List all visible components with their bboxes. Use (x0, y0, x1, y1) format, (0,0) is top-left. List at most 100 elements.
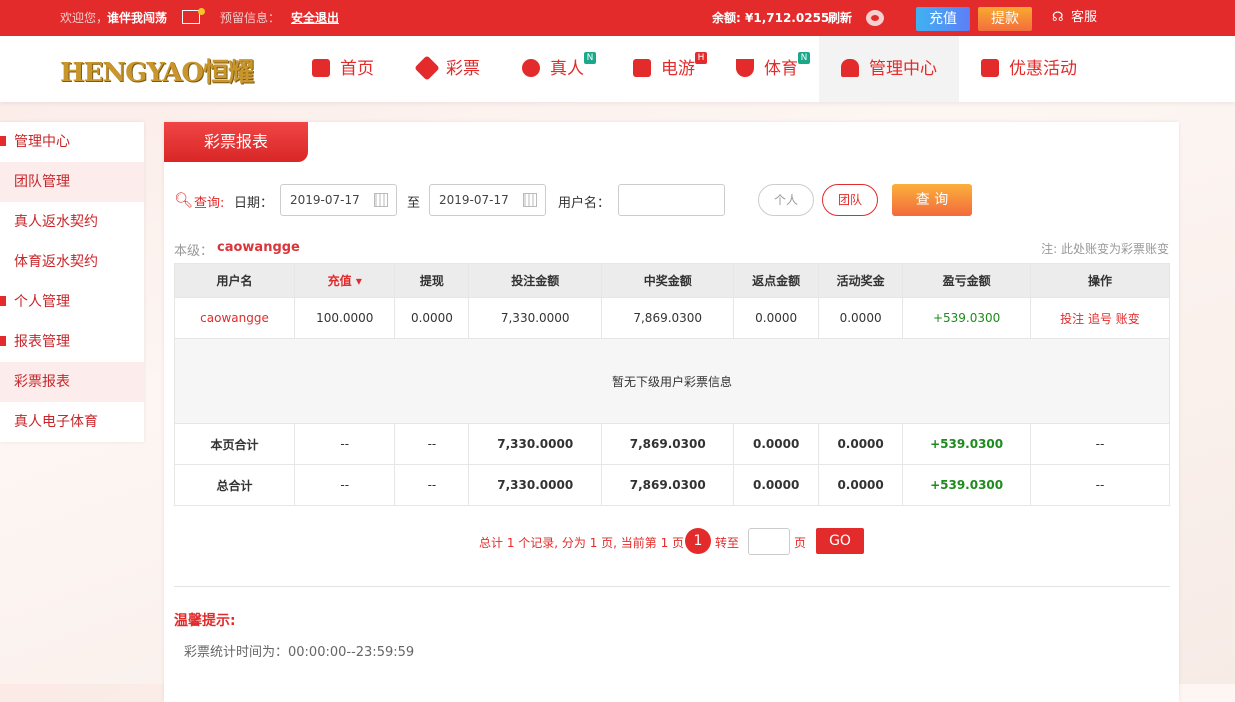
ticket-icon (414, 55, 440, 81)
cell: 0.0000 (817, 297, 904, 339)
user-icon (0, 296, 6, 306)
table-header: 用户名 充值 ▾ 提现 投注金额 中奖金额 返点金额 活动奖金 盈亏金额 操作 (173, 263, 1171, 298)
nav-live[interactable]: 真人 N (522, 36, 596, 102)
report-icon (0, 336, 6, 346)
user-icon (0, 136, 6, 146)
go-button[interactable]: GO (816, 528, 864, 554)
nav-label: 彩票 (446, 59, 480, 79)
level-username: caowangge (217, 240, 300, 255)
cell: -- (1029, 464, 1171, 506)
sidebar-item-live-rebate[interactable]: 真人返水契约 (0, 202, 144, 242)
cell: 100.0000 (294, 297, 396, 339)
sort-down-icon: ▾ (355, 274, 362, 288)
sidebar-item-team[interactable]: 团队管理 (0, 162, 144, 202)
tips-text: 彩票统计时间为：00:00:00--23:59:59 (184, 645, 415, 660)
cell-profit: +539.0300 (902, 297, 1031, 339)
col-username: 用户名 (173, 263, 296, 298)
page-label: 页 (794, 536, 807, 550)
users-icon (841, 59, 859, 77)
col-win: 中奖金额 (600, 263, 735, 298)
empty-message: 暂无下级用户彩票信息 (174, 338, 1170, 424)
nav-home[interactable]: 首页 (312, 36, 374, 102)
page-1-button[interactable]: 1 (685, 528, 711, 554)
refresh-link[interactable]: 刷新 (828, 0, 852, 36)
customer-service-link[interactable]: 客服 (1071, 0, 1097, 36)
cell: 7,869.0300 (600, 297, 735, 339)
dealer-icon (522, 59, 540, 77)
sidebar-item-sports-rebate[interactable]: 体育返水契约 (0, 242, 144, 282)
mail-dot (198, 8, 205, 15)
sidebar-item-live-electronic-sports[interactable]: 真人电子体育 (0, 402, 144, 442)
date-to-input[interactable]: 2019-07-17 (429, 184, 546, 216)
sidebar: 管理中心 团队管理 真人返水契约 体育返水契约 个人管理 报表管理 彩票报表 真… (0, 122, 144, 442)
logout-link[interactable]: 安全退出 (291, 0, 339, 36)
search-button[interactable]: 查 询 (892, 184, 972, 216)
nav-label: 优惠活动 (1009, 59, 1077, 79)
search-icon: 🔍︎ (174, 191, 194, 209)
page-input[interactable] (748, 528, 790, 555)
trophy-icon (736, 59, 754, 77)
nav-promotions[interactable]: 优惠活动 (981, 36, 1077, 102)
sidebar-label: 个人管理 (14, 294, 70, 310)
col-profit: 盈亏金额 (902, 263, 1031, 298)
balance-value: ¥1,712.0255 (745, 11, 830, 25)
nav-label: 体育 (764, 59, 798, 79)
personal-button[interactable]: 个人 (758, 184, 814, 216)
divider (174, 586, 1170, 587)
cell: +539.0300 (902, 464, 1031, 506)
gift-icon (981, 59, 999, 77)
bet-link[interactable]: 投注 (1060, 312, 1084, 326)
nav-sports[interactable]: 体育 N (736, 36, 810, 102)
eye-icon[interactable] (866, 10, 884, 26)
cell: 7,869.0300 (600, 423, 735, 465)
nav-management[interactable]: 管理中心 (819, 36, 959, 102)
new-badge: N (584, 52, 596, 64)
sidebar-item-lottery-report[interactable]: 彩票报表 (0, 362, 144, 402)
chase-link[interactable]: 追号 (1088, 312, 1112, 326)
nav-label: 首页 (340, 59, 374, 79)
query-label: 查询: (194, 196, 225, 211)
nav-lottery[interactable]: 彩票 (414, 36, 480, 102)
report-table: 用户名 充值 ▾ 提现 投注金额 中奖金额 返点金额 活动奖金 盈亏金额 操作 … (173, 263, 1171, 506)
nav-slots[interactable]: 电游 H (633, 36, 707, 102)
sidebar-label: 报表管理 (14, 334, 70, 350)
col-rebate: 返点金额 (733, 263, 819, 298)
username-label: 用户名： (558, 196, 611, 211)
cell: -- (294, 464, 396, 506)
account-change-link[interactable]: 账变 (1116, 312, 1140, 326)
headset-icon: ☊ (1052, 10, 1064, 25)
nav-label: 管理中心 (869, 59, 937, 79)
withdraw-button[interactable]: 提款 (978, 7, 1032, 31)
top-bar: 欢迎您， 谁伴我闯荡 预留信息： 安全退出 余额: ¥1,712.0255 刷新… (0, 0, 1235, 36)
username-input[interactable] (618, 184, 725, 216)
col-deposit[interactable]: 充值 ▾ (294, 263, 396, 298)
to-label: 至 (407, 196, 421, 211)
cell: 7,330.0000 (468, 423, 602, 465)
username: 谁伴我闯荡 (107, 11, 168, 25)
calendar-icon[interactable] (374, 193, 388, 207)
goto-label: 转至 (715, 536, 740, 550)
slot-machine-icon (633, 59, 651, 77)
deposit-button[interactable]: 充值 (916, 7, 970, 31)
tab-lottery-report[interactable]: 彩票报表 (164, 122, 308, 162)
sidebar-heading-personal[interactable]: 个人管理 (0, 282, 144, 322)
note-text: 注: 此处账变为彩票账变 (1041, 242, 1169, 256)
pager-info: 总计 1 个记录, 分为 1 页, 当前第 1 页 (479, 536, 685, 550)
sidebar-heading-reports[interactable]: 报表管理 (0, 322, 144, 362)
logo[interactable]: HENGYAO恒耀 (60, 52, 254, 89)
welcome-text: 欢迎您， (60, 11, 109, 25)
cell-username[interactable]: caowangge (173, 297, 296, 339)
team-button[interactable]: 团队 (822, 184, 878, 216)
nav-label: 真人 (550, 59, 584, 79)
empty-row: 暂无下级用户彩票信息 (174, 338, 1170, 424)
sidebar-heading-management[interactable]: 管理中心 (0, 122, 144, 162)
date-from-input[interactable]: 2019-07-17 (280, 184, 397, 216)
date-label: 日期： (234, 196, 274, 211)
cell: -- (394, 464, 470, 506)
calendar-icon[interactable] (523, 193, 537, 207)
hot-badge: H (695, 52, 707, 64)
page-total-row: 本页合计 -- -- 7,330.0000 7,869.0300 0.0000 0.0000… (173, 423, 1171, 465)
col-withdraw: 提现 (394, 263, 470, 298)
cell: 总合计 (173, 464, 296, 506)
sidebar-label: 管理中心 (14, 134, 70, 150)
